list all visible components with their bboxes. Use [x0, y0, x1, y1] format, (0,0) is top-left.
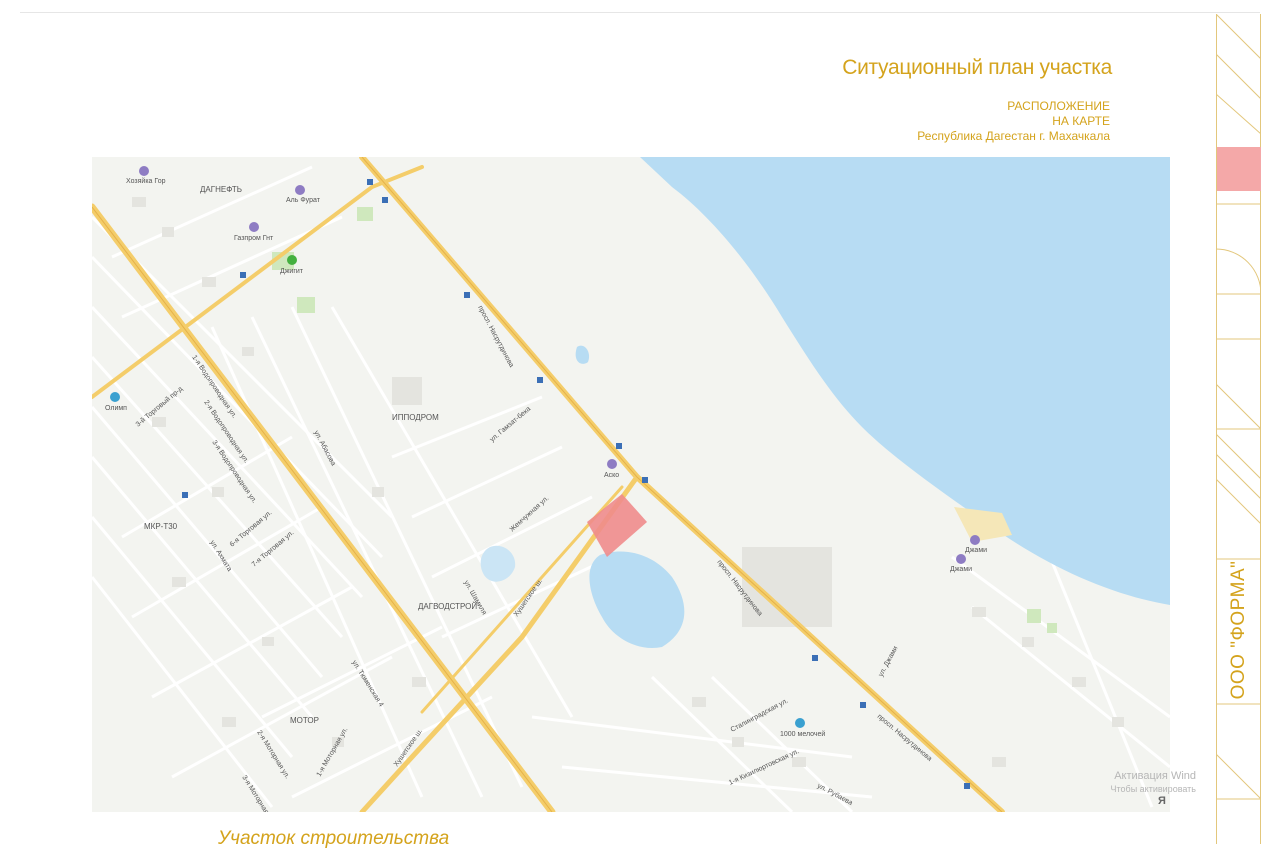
poi-label-8: 1000 мелочей — [780, 730, 825, 738]
poi-label-2: Газпром Гнт — [234, 235, 274, 242]
accent-block — [1217, 147, 1261, 191]
top-divider — [20, 12, 1260, 13]
location-label-1: РАСПОЛОЖЕНИЕ — [1007, 99, 1110, 113]
district-label-3: ДАГВОДСТРОЙ — [418, 602, 477, 611]
situation-map[interactable]: ДАГНЕФТЬ ИППОДРОМ МКР-Т30 ДАГВОДСТРОЙ МО… — [92, 157, 1170, 812]
district-label-2: МКР-Т30 — [144, 522, 178, 531]
watermark-line-2: Чтобы активировать — [1110, 784, 1196, 794]
poi-label-5: Аско — [604, 472, 619, 479]
company-name: ООО "ФОРМА" — [1217, 560, 1261, 700]
company-name-text: ООО "ФОРМА" — [1228, 560, 1249, 700]
location-address: Республика Дагестан г. Махачкала — [917, 129, 1110, 143]
poi-label-1: Аль Фурат — [286, 197, 321, 204]
map-canvas: ДАГНЕФТЬ ИППОДРОМ МКР-Т30 ДАГВОДСТРОЙ МО… — [92, 157, 1170, 812]
poi-label-4: Олимп — [105, 405, 127, 412]
poi-label-3: Джигит — [280, 268, 304, 275]
side-frame — [1216, 14, 1261, 844]
district-label-1: ИППОДРОМ — [392, 413, 439, 422]
watermark-line-1: Активация Wind — [1114, 770, 1196, 782]
location-label-2: НА КАРТЕ — [1052, 114, 1110, 128]
page-title: Ситуационный план участка — [842, 56, 1112, 79]
site-caption: Участок строительства — [218, 828, 450, 849]
poi-label-6: Джами — [965, 547, 987, 554]
district-label-0: ДАГНЕФТЬ — [200, 185, 242, 194]
yandex-logo: Я — [1158, 795, 1166, 807]
frame-ornament — [1216, 14, 1261, 800]
district-label-4: МОТОР — [290, 716, 319, 725]
poi-label-0: Хозяйка Гор — [126, 177, 166, 185]
poi-label-7: Джами — [950, 566, 972, 573]
